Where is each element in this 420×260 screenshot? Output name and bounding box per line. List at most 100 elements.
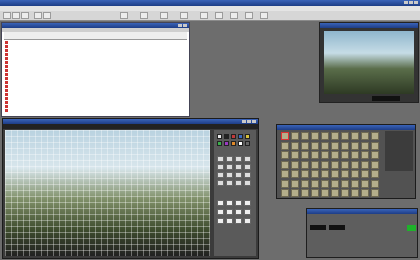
tool-button[interactable] <box>140 12 148 19</box>
palette-button[interactable] <box>217 156 224 162</box>
character-cell[interactable] <box>341 151 349 159</box>
color-swatch[interactable] <box>231 141 236 146</box>
clip-row[interactable] <box>5 89 187 92</box>
color-swatch[interactable] <box>224 141 229 146</box>
character-cell[interactable] <box>361 179 369 188</box>
character-cell[interactable] <box>321 189 329 197</box>
palette-button[interactable] <box>235 209 242 215</box>
clip-row[interactable] <box>5 105 187 108</box>
character-cell[interactable] <box>301 132 309 140</box>
palette-button[interactable] <box>226 164 233 170</box>
palette-button[interactable] <box>244 164 251 170</box>
palette-button[interactable] <box>226 156 233 162</box>
clip-row[interactable] <box>5 57 187 60</box>
character-cell[interactable] <box>321 170 329 178</box>
character-cell[interactable] <box>361 132 369 140</box>
timecode-in[interactable] <box>310 225 326 230</box>
character-cell[interactable] <box>291 141 299 150</box>
character-cell[interactable] <box>371 179 379 188</box>
character-cell[interactable] <box>371 132 379 140</box>
character-cell[interactable] <box>291 179 299 188</box>
tool-button[interactable] <box>34 12 42 19</box>
character-cell[interactable] <box>331 170 339 178</box>
palette-button[interactable] <box>217 209 224 215</box>
minimize-icon[interactable] <box>404 1 408 4</box>
color-swatch[interactable] <box>224 134 229 139</box>
character-cell[interactable] <box>311 189 319 197</box>
palette-button[interactable] <box>226 172 233 178</box>
character-cell[interactable] <box>311 141 319 150</box>
palette-button[interactable] <box>235 172 242 178</box>
clip-row[interactable] <box>5 85 187 88</box>
character-cell[interactable] <box>281 170 289 178</box>
tool-button[interactable] <box>120 12 128 19</box>
character-cell[interactable] <box>301 160 309 169</box>
close-icon[interactable] <box>414 1 418 4</box>
clip-row[interactable] <box>5 49 187 52</box>
tool-button[interactable] <box>21 12 29 19</box>
character-cell[interactable] <box>341 179 349 188</box>
character-cell[interactable] <box>291 151 299 159</box>
clip-row[interactable] <box>5 73 187 76</box>
character-cell[interactable] <box>301 170 309 178</box>
clip-row[interactable] <box>5 53 187 56</box>
character-cell[interactable] <box>301 141 309 150</box>
character-cell[interactable] <box>301 189 309 197</box>
color-swatch[interactable] <box>217 134 222 139</box>
palette-button[interactable] <box>235 164 242 170</box>
clip-row[interactable] <box>5 97 187 100</box>
tool-button[interactable] <box>230 12 238 19</box>
palette-button[interactable] <box>235 180 242 186</box>
palette-button[interactable] <box>217 164 224 170</box>
character-cell[interactable] <box>331 132 339 140</box>
palette-button[interactable] <box>217 200 224 206</box>
close-icon[interactable] <box>252 120 256 123</box>
character-cell[interactable] <box>321 141 329 150</box>
character-cell[interactable] <box>361 170 369 178</box>
clip-row[interactable] <box>5 93 187 96</box>
palette-button[interactable] <box>235 156 242 162</box>
palette-button[interactable] <box>217 218 224 224</box>
tool-button[interactable] <box>200 12 208 19</box>
clip-row[interactable] <box>5 69 187 72</box>
palette-button[interactable] <box>235 218 242 224</box>
character-cell[interactable] <box>291 170 299 178</box>
character-cell[interactable] <box>341 132 349 140</box>
tool-button[interactable] <box>260 12 268 19</box>
tool-button[interactable] <box>215 12 223 19</box>
character-cell[interactable] <box>361 141 369 150</box>
character-cell[interactable] <box>361 160 369 169</box>
palette-button[interactable] <box>244 180 251 186</box>
character-cell[interactable] <box>351 189 359 197</box>
clip-row[interactable] <box>5 45 187 48</box>
character-cell[interactable] <box>291 132 299 140</box>
character-cell[interactable] <box>301 151 309 159</box>
record-indicator[interactable] <box>407 225 416 231</box>
character-cell[interactable] <box>331 151 339 159</box>
color-swatch[interactable] <box>245 134 250 139</box>
minimize-icon[interactable] <box>178 24 182 27</box>
color-swatch[interactable] <box>217 141 222 146</box>
clip-row[interactable] <box>5 81 187 84</box>
character-cell[interactable] <box>371 170 379 178</box>
character-cell[interactable] <box>281 179 289 188</box>
character-cell[interactable] <box>351 132 359 140</box>
character-cell[interactable] <box>321 151 329 159</box>
color-swatch[interactable] <box>238 134 243 139</box>
character-cell[interactable] <box>311 160 319 169</box>
tool-button[interactable] <box>160 12 168 19</box>
character-cell[interactable] <box>281 151 289 159</box>
clip-row[interactable] <box>5 77 187 80</box>
character-cell[interactable] <box>351 151 359 159</box>
palette-button[interactable] <box>226 180 233 186</box>
character-cell[interactable] <box>311 151 319 159</box>
palette-button[interactable] <box>244 156 251 162</box>
character-cell[interactable] <box>341 141 349 150</box>
character-cell[interactable] <box>371 189 379 197</box>
character-cell[interactable] <box>311 179 319 188</box>
character-cell[interactable] <box>371 151 379 159</box>
character-cell[interactable] <box>341 160 349 169</box>
color-swatch[interactable] <box>231 134 236 139</box>
character-cell[interactable] <box>281 141 289 150</box>
tool-button[interactable] <box>12 12 20 19</box>
